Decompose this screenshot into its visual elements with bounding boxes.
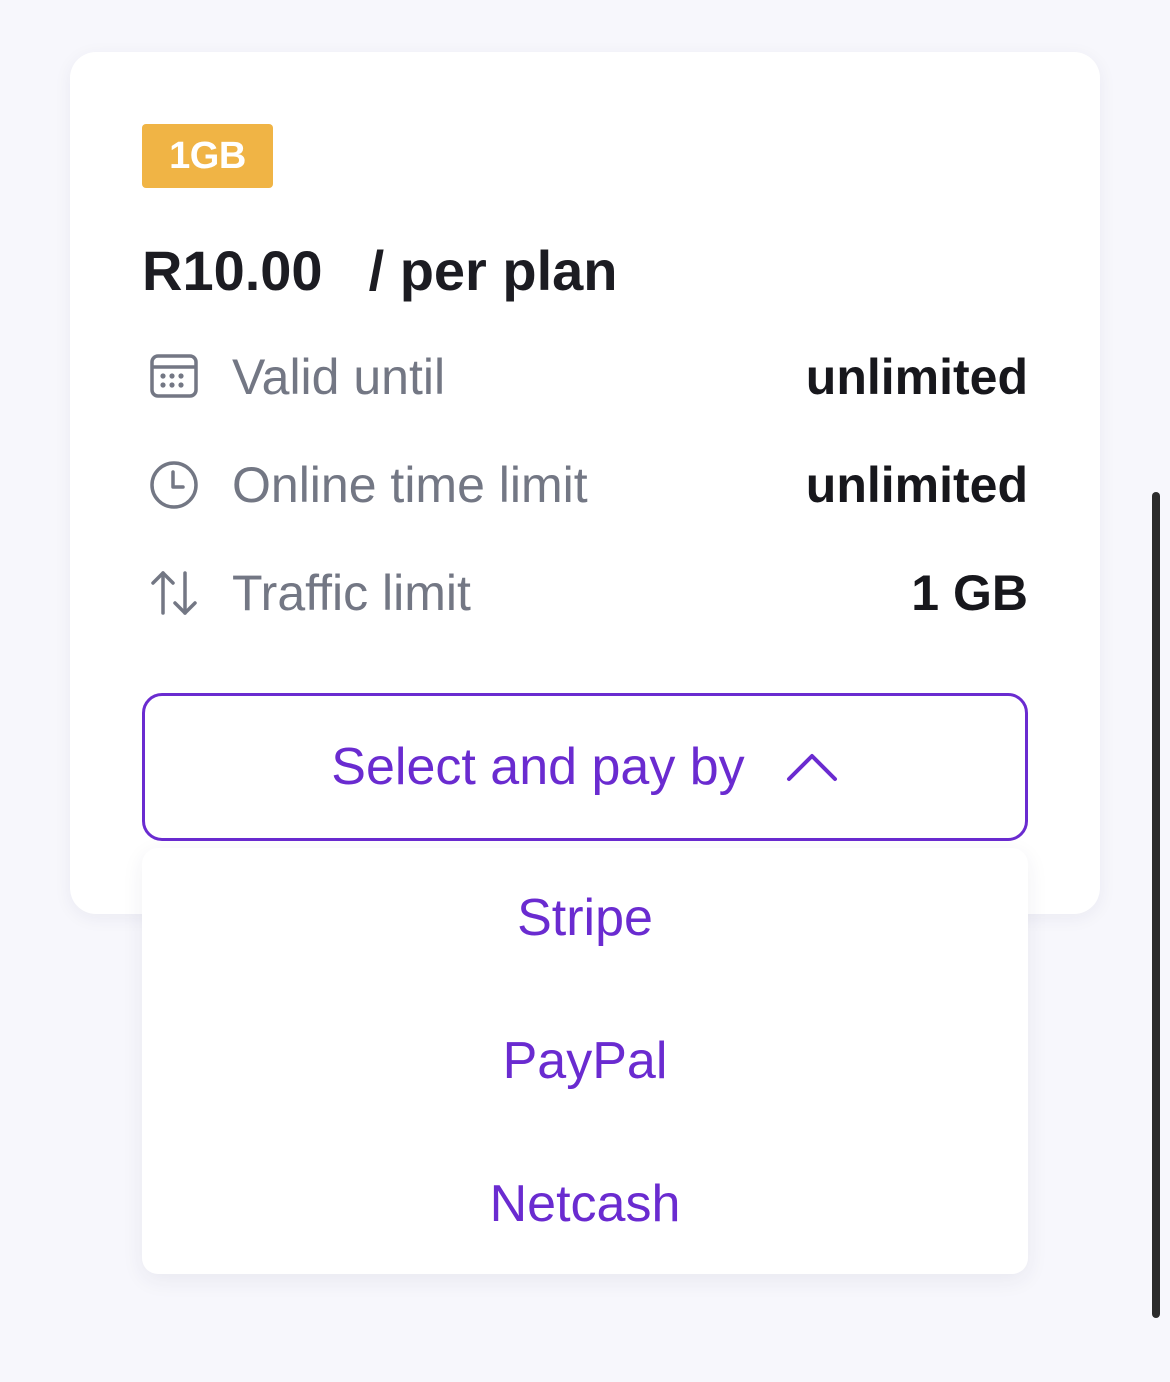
detail-label: Online time limit	[232, 457, 588, 513]
payment-option-netcash[interactable]: Netcash	[142, 1154, 1028, 1254]
detail-row-traffic-limit: Traffic limit 1 GB	[142, 558, 1028, 628]
calendar-icon	[148, 351, 200, 403]
payment-options-dropdown: Stripe PayPal Netcash	[142, 848, 1028, 1274]
detail-value: unlimited	[805, 349, 1028, 405]
detail-value: 1 GB	[911, 565, 1028, 621]
detail-row-online-time: Online time limit unlimited	[142, 450, 1028, 520]
plan-size-badge: 1GB	[142, 124, 273, 188]
price-row: R10.00 / per plan	[142, 236, 618, 306]
price-unit: / per plan	[368, 239, 618, 302]
detail-row-valid-until: Valid until unlimited	[142, 342, 1028, 412]
payment-option-paypal[interactable]: PayPal	[142, 1011, 1028, 1111]
scrollbar[interactable]	[1152, 492, 1160, 1318]
chevron-up-icon	[786, 754, 837, 781]
clock-icon	[148, 459, 200, 511]
arrows-up-down-icon	[148, 567, 200, 619]
plan-price: R10.00	[142, 239, 323, 302]
payment-option-stripe[interactable]: Stripe	[142, 868, 1028, 968]
detail-value: unlimited	[805, 457, 1028, 513]
select-and-pay-label: Select and pay by	[331, 738, 745, 796]
detail-label: Valid until	[232, 349, 446, 405]
select-and-pay-button[interactable]: Select and pay by	[142, 693, 1028, 841]
detail-label: Traffic limit	[232, 565, 471, 621]
